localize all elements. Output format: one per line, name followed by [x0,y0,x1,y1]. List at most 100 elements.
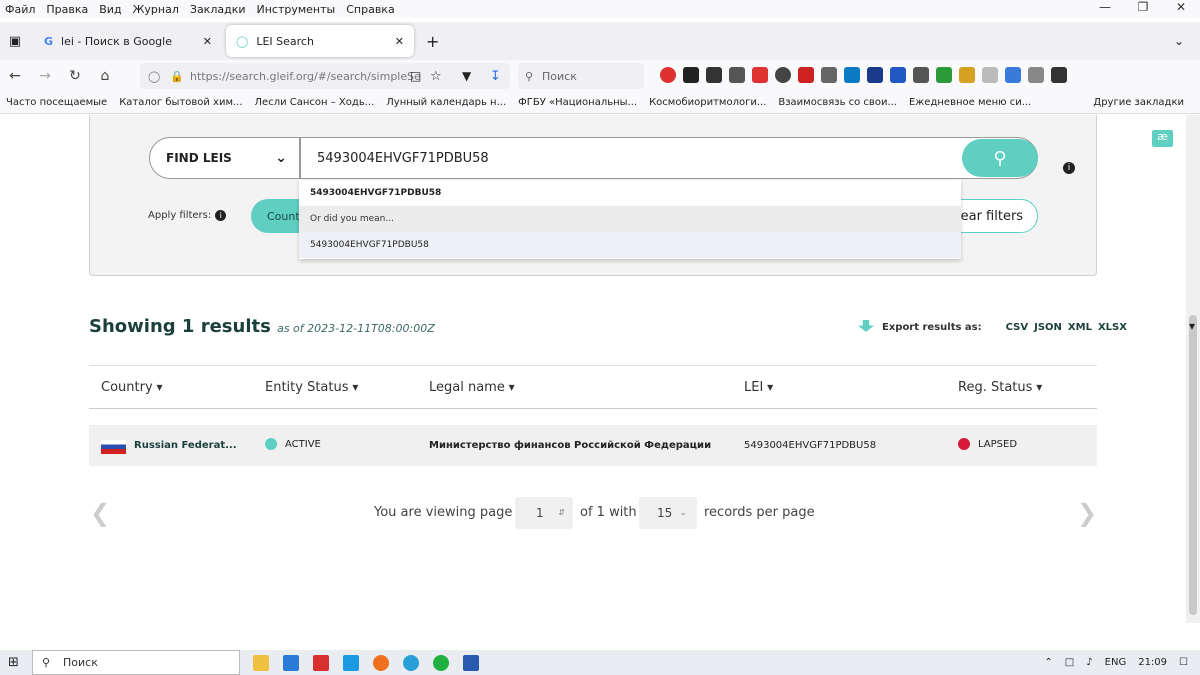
taskbar-search[interactable]: ⚲ Поиск [32,650,240,675]
windows-start-icon[interactable]: ⊞ [8,655,19,670]
firefox-icon[interactable] [373,654,389,671]
scrollbar[interactable] [1186,115,1200,623]
page-number-input[interactable]: 1 ⇵ [515,497,573,529]
bookmark-item[interactable]: Взаимосвязь со свои... [772,97,903,108]
column-header-reg-status[interactable]: Reg. Status [958,380,1042,395]
app-icon[interactable] [313,654,329,671]
search-button[interactable]: ⚲ [962,139,1038,177]
menu-help[interactable]: Справка [341,3,400,16]
export-csv-link[interactable]: CSV [1006,322,1028,333]
stepper-icon: ⇵ [558,508,565,517]
skype-icon[interactable] [343,654,359,671]
info-icon[interactable]: i [215,210,227,221]
clock[interactable]: 21:09 [1138,657,1167,668]
reader-icon[interactable]: □ [410,69,421,83]
bookmark-item[interactable]: ФГБУ «Национальны... [512,97,643,108]
export-xml-link[interactable]: XML [1068,322,1092,333]
menu-tools[interactable]: Инструменты [252,3,342,16]
extension-icon[interactable] [821,67,837,83]
tray-chevron-icon[interactable]: ⌃ [1044,657,1052,668]
volume-icon[interactable]: ♪ [1086,657,1092,668]
extension-icon[interactable] [867,67,883,83]
bookmark-other[interactable]: Другие закладки [1087,97,1190,108]
suggestion-item[interactable]: 5493004EHVGF71PDBU58 [299,232,961,258]
tab-close-icon[interactable]: ✕ [203,35,212,48]
restore-icon[interactable]: ❐ [1124,0,1162,14]
telegram-icon[interactable] [403,654,419,671]
bookmark-item[interactable]: Часто посещаемые [0,97,113,108]
column-header-lei[interactable]: LEI [744,380,773,395]
bookmark-item[interactable]: Лесли Сансон – Ходь... [249,97,381,108]
translate-icon[interactable] [1005,67,1021,83]
abp-icon[interactable] [660,67,676,83]
extension-icon[interactable] [982,67,998,83]
bookmark-item[interactable]: Ежедневное меню си... [903,97,1037,108]
column-header-legal-name[interactable]: Legal name [429,380,515,395]
export-xlsx-link[interactable]: XLSX [1098,322,1127,333]
menu-view[interactable]: Вид [94,3,127,16]
extension-icon[interactable] [913,67,929,83]
tab-menu-icon[interactable]: ⌄ [1174,34,1184,48]
minimize-icon[interactable]: — [1086,0,1124,14]
home-icon[interactable]: ⌂ [90,68,120,84]
menu-edit[interactable]: Правка [41,3,94,16]
suggestion-item[interactable]: 5493004EHVGF71PDBU58 [299,180,961,206]
column-header-country[interactable]: Country [101,380,163,395]
bookmark-item[interactable]: Космобиоритмологи... [643,97,772,108]
tab-list-icon[interactable]: ▣ [0,34,30,49]
row-country[interactable]: Russian Federat... [134,440,237,451]
extension-icon[interactable] [844,67,860,83]
extension-icon[interactable] [936,67,952,83]
info-icon[interactable]: i [1063,162,1075,174]
language-indicator[interactable]: ENG [1105,657,1127,668]
tab-close-icon[interactable]: ✕ [395,35,404,48]
menu-icon[interactable] [1051,67,1067,83]
tab-google[interactable]: G lei - Поиск в Google ✕ [34,25,222,57]
download-icon[interactable]: ↧ [490,69,501,84]
menu-history[interactable]: Журнал [128,3,185,16]
column-header-entity-status[interactable]: Entity Status [265,380,358,395]
row-legal-name[interactable]: Министерство финансов Российской Федерац… [429,440,711,451]
new-tab-icon[interactable]: + [426,32,439,51]
extension-icon[interactable] [959,67,975,83]
row-lei[interactable]: 5493004EHVGF71PDBU58 [744,440,876,451]
menu-bar: Файл Правка Вид Журнал Закладки Инструме… [0,0,1200,18]
explorer-icon[interactable] [253,654,269,671]
extension-icon[interactable] [890,67,906,83]
export-json-link[interactable]: JSON [1034,322,1062,333]
pager-middle: of 1 with [580,505,637,520]
back-icon[interactable]: ← [0,68,30,84]
extensions-icon[interactable] [1028,67,1044,83]
tab-lei-search[interactable]: ◯ LEI Search ✕ [226,25,414,57]
per-page-select[interactable]: 15 ⌄ [639,497,697,529]
ae-extension-icon[interactable]: æ [1152,130,1173,147]
notifications-icon[interactable]: ☐ [1179,657,1188,668]
menu-file[interactable]: Файл [0,3,41,16]
url-bar[interactable]: ◯ 🔒 https://search.gleif.org/#/search/si… [140,63,510,89]
lei-search-input[interactable]: 5493004EHVGF71PDBU58 [300,137,1038,179]
extension-icon[interactable] [729,67,745,83]
menu-bookmarks[interactable]: Закладки [185,3,252,16]
bookmark-item[interactable]: Лунный календарь н... [380,97,512,108]
word-icon[interactable] [463,654,479,671]
scrollbar-thumb[interactable] [1189,315,1197,615]
bookmark-item[interactable]: Каталог бытовой хим... [113,97,248,108]
star-icon[interactable]: ☆ [430,69,442,84]
pocket-icon[interactable]: ▼ [462,69,471,83]
network-icon[interactable]: □ [1065,657,1074,668]
extension-icon[interactable] [775,67,791,83]
mail-icon[interactable] [283,654,299,671]
browser-search-field[interactable]: ⚲ Поиск [518,63,644,89]
close-icon[interactable]: ✕ [1162,0,1200,14]
next-page-icon[interactable]: ❯ [1077,499,1097,527]
extension-icon[interactable] [683,67,699,83]
forward-icon[interactable]: → [30,68,60,84]
gmail-icon[interactable] [752,67,768,83]
reload-icon[interactable]: ↻ [60,68,90,84]
whatsapp-icon[interactable] [433,654,449,671]
prev-page-icon[interactable]: ❮ [90,499,110,527]
table-row[interactable]: Russian Federat... ACTIVE Министерство ф… [89,425,1097,466]
search-mode-select[interactable]: FIND LEIS ⌄ [149,137,300,179]
extension-icon[interactable] [798,67,814,83]
extension-icon[interactable] [706,67,722,83]
